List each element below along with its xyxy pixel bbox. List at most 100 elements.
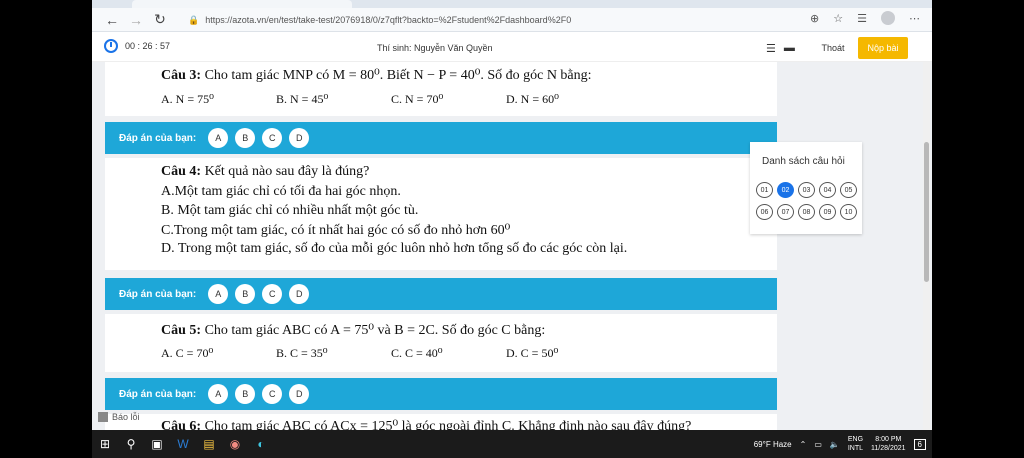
view-toggle: ☰ ▬ — [766, 42, 795, 55]
question-nav-03[interactable]: 03 — [798, 182, 815, 198]
lang-bottom: INTL — [847, 445, 864, 452]
panel-title: Danh sách câu hỏi — [762, 156, 845, 167]
browser-toolbar-icons: ⊕ ☆ ☰ ⋯ — [810, 11, 920, 25]
answer-a-button[interactable]: A — [208, 284, 229, 304]
question-5-options: A. C = 70⁰ B. C = 35⁰ C. C = 40⁰ D. C = … — [161, 346, 621, 361]
question-nav-01[interactable]: 01 — [756, 182, 773, 198]
network-icon[interactable]: ▭ — [814, 440, 822, 449]
question-card-4: Câu 4: Kết quả nào sau đây là đúng? A.Mộ… — [105, 158, 777, 270]
explorer-icon[interactable]: ▤ — [196, 430, 222, 458]
screen: ← → ↻ 🔒 https://azota.vn/en/test/take-te… — [92, 0, 932, 458]
question-card-5: Câu 5: Cho tam giác ABC có A = 75⁰ và B … — [105, 314, 777, 372]
question-4-body: Kết quả nào sau đây là đúng? — [204, 164, 370, 179]
browser-tab[interactable] — [132, 0, 352, 8]
app-icon[interactable]: ◉ — [222, 430, 248, 458]
url-field[interactable]: 🔒 https://azota.vn/en/test/take-test/207… — [188, 11, 778, 29]
answer-b-button[interactable]: B — [235, 128, 256, 148]
clock-time: 8:00 PM — [875, 436, 902, 443]
url-text: https://azota.vn/en/test/take-test/20769… — [205, 15, 572, 25]
question-nav-02[interactable]: 02 — [777, 182, 794, 198]
question-4-line-a: A.Một tam giác chỉ có tối đa hai góc nhọ… — [161, 184, 401, 199]
language-indicator[interactable]: ENG INTL — [848, 435, 863, 453]
answer-a-button[interactable]: A — [208, 128, 229, 148]
question-3-text: Câu 3: Cho tam giác MNP có M = 80⁰. Biết… — [161, 67, 592, 84]
answer-c-button[interactable]: C — [262, 284, 283, 304]
question-4-line-b: B. Một tam giác chỉ có nhiều nhất một gó… — [161, 203, 419, 218]
taskbar-clock[interactable]: 8:00 PM 11/28/2021 — [871, 435, 906, 453]
reload-icon[interactable]: ↻ — [148, 10, 172, 30]
option-d: D. C = 50⁰ — [506, 346, 559, 360]
favorite-star-icon[interactable]: ☆ — [833, 12, 843, 25]
answer-d-button[interactable]: D — [289, 284, 310, 304]
list-view-icon[interactable]: ☰ — [766, 42, 776, 55]
answer-b-button[interactable]: B — [235, 284, 256, 304]
submit-button[interactable]: Nộp bài — [858, 37, 908, 59]
answer-c-button[interactable]: C — [262, 128, 283, 148]
report-error-button[interactable]: Báo lỗi — [98, 412, 140, 422]
question-nav-10[interactable]: 10 — [840, 204, 857, 220]
search-icon[interactable]: ⚲ — [118, 430, 144, 458]
answer-label: Đáp án của bạn: — [119, 132, 197, 144]
option-c: C. N = 70⁰ — [391, 92, 444, 106]
scrollbar-thumb[interactable] — [924, 142, 929, 282]
option-a: A. N = 75⁰ — [161, 92, 214, 106]
profile-avatar[interactable] — [881, 11, 895, 25]
notification-badge[interactable]: 6 — [913, 438, 926, 450]
page-scrollbar[interactable] — [923, 62, 930, 458]
windows-start-icon[interactable]: ⊞ — [92, 430, 118, 458]
timer: 00 : 26 : 57 — [104, 39, 170, 53]
question-3-options: A. N = 75⁰ B. N = 45⁰ C. N = 70⁰ D. N = … — [161, 92, 621, 107]
exit-button[interactable]: Thoát — [808, 38, 858, 58]
lang-top: ENG — [847, 436, 864, 443]
answer-a-button[interactable]: A — [208, 384, 229, 404]
question-4-line-c: C.Trong một tam giác, có ít nhất hai góc… — [161, 223, 511, 238]
app-header: 00 : 26 : 57 Thí sinh: Nguyễn Văn Quyền … — [92, 32, 932, 62]
forward-arrow-icon[interactable]: → — [124, 10, 148, 30]
answer-b-button[interactable]: B — [235, 384, 256, 404]
answer-bar-5: Đáp án của bạn: A B C D — [105, 378, 777, 410]
collections-icon[interactable]: ☰ — [857, 12, 867, 25]
report-icon — [98, 412, 108, 422]
question-nav-05[interactable]: 05 — [840, 182, 857, 198]
back-arrow-icon[interactable]: ← — [100, 10, 124, 30]
question-list-panel: Danh sách câu hỏi 01 02 03 04 05 06 07 0… — [750, 142, 862, 234]
answer-label: Đáp án của bạn: — [119, 388, 197, 400]
tray-chevron-icon[interactable]: ⌃ — [800, 440, 807, 449]
question-3-title: Câu 3: — [161, 68, 202, 83]
question-3-body: Cho tam giác MNP có M = 80⁰. Biết N − P … — [204, 68, 592, 83]
question-number-grid: 01 02 03 04 05 06 07 08 09 10 — [756, 182, 857, 220]
question-card-3: Câu 3: Cho tam giác MNP có M = 80⁰. Biết… — [105, 62, 777, 116]
question-nav-08[interactable]: 08 — [798, 204, 815, 220]
lock-icon: 🔒 — [188, 14, 200, 25]
zoom-icon[interactable]: ⊕ — [810, 12, 819, 25]
option-b: B. N = 45⁰ — [276, 92, 329, 106]
word-icon[interactable]: W — [170, 430, 196, 458]
timer-text: 00 : 26 : 57 — [125, 41, 171, 51]
option-b: B. C = 35⁰ — [276, 346, 328, 360]
question-nav-04[interactable]: 04 — [819, 182, 836, 198]
grid-view-icon[interactable]: ▬ — [784, 42, 795, 55]
answer-c-button[interactable]: C — [262, 384, 283, 404]
system-tray: 69°F Haze ⌃ ▭ 🔈 ENG INTL 8:00 PM 11/28/2… — [754, 430, 926, 458]
volume-icon[interactable]: 🔈 — [830, 440, 840, 449]
more-menu-icon[interactable]: ⋯ — [909, 12, 920, 25]
question-nav-07[interactable]: 07 — [777, 204, 794, 220]
edge-icon[interactable]: ◐ — [248, 430, 274, 458]
question-4-line-d: D. Trong một tam giác, số đo của mỗi góc… — [161, 241, 628, 256]
question-nav-06[interactable]: 06 — [756, 204, 773, 220]
student-name: Thí sinh: Nguyễn Văn Quyền — [377, 43, 493, 53]
option-d: D. N = 60⁰ — [506, 92, 559, 106]
clock-date: 11/28/2021 — [871, 445, 906, 452]
question-nav-09[interactable]: 09 — [819, 204, 836, 220]
answer-label: Đáp án của bạn: — [119, 288, 197, 300]
store-icon[interactable]: ▣ — [144, 430, 170, 458]
question-5-text: Câu 5: Cho tam giác ABC có A = 75⁰ và B … — [161, 322, 545, 339]
option-c: C. C = 40⁰ — [391, 346, 443, 360]
weather-text[interactable]: 69°F Haze — [754, 440, 792, 449]
test-content: Câu 3: Cho tam giác MNP có M = 80⁰. Biết… — [92, 62, 932, 458]
question-4-text: Câu 4: Kết quả nào sau đây là đúng? — [161, 164, 369, 180]
answer-d-button[interactable]: D — [289, 384, 310, 404]
clock-icon — [104, 39, 118, 53]
taskbar: ⊞ ⚲ ▣ W ▤ ◉ ◐ 69°F Haze ⌃ ▭ 🔈 ENG INTL 8… — [92, 430, 932, 458]
answer-d-button[interactable]: D — [289, 128, 310, 148]
